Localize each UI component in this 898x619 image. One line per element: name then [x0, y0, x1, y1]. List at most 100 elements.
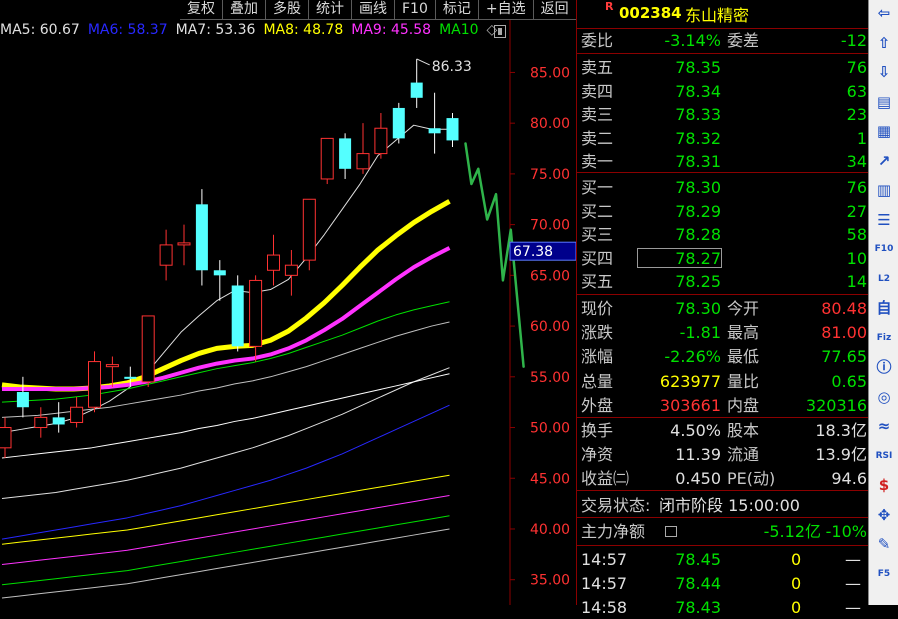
stat-label: 量比	[727, 371, 760, 391]
level-price: 78.27	[675, 248, 721, 268]
level-label: 卖五	[581, 58, 614, 77]
y-tick-label: 80.00	[530, 116, 570, 132]
stat-label: 股本	[727, 421, 760, 440]
buy-row[interactable]: 买一 78.30 76	[577, 176, 869, 199]
sell-row[interactable]: 卖二 78.32 1	[577, 127, 869, 150]
fiz-icon[interactable]: Fiz	[874, 328, 894, 348]
arrow-up-icon[interactable]: ⇧	[874, 33, 894, 53]
stat-label: 收益㈡	[581, 469, 630, 488]
buy-row[interactable]: 买二 78.29 27	[577, 200, 869, 223]
level-label: 卖三	[581, 105, 614, 125]
cursor-price-label: 67.38	[513, 244, 553, 260]
diff-label: 委差	[727, 31, 760, 50]
toolbar-button[interactable]: +自选	[478, 0, 534, 20]
ma-legend: MA5: 60.67 MA6: 58.37 MA7: 53.36 MA8: 48.78…	[0, 22, 505, 42]
buy-row[interactable]: 买五 78.25 14	[577, 270, 869, 293]
tick-price: 78.43	[675, 598, 721, 617]
buy-row[interactable]: 买三 78.28 58	[577, 223, 869, 246]
stat-value: -1.81	[679, 323, 721, 343]
arrow-down-icon[interactable]: ⇩	[874, 62, 894, 82]
tick-time: 14:57	[581, 550, 628, 569]
stat-value: 80.48	[821, 299, 867, 318]
stock-code[interactable]: 002384	[619, 4, 682, 22]
candle-body	[88, 361, 101, 408]
candle-body	[105, 364, 119, 368]
quote-row: 总量 623977 量比 0.65	[577, 370, 869, 393]
toolbar-button[interactable]: 统计	[309, 0, 352, 20]
stat-label: PE(动)	[727, 469, 776, 488]
toolbar-button[interactable]: 返回	[533, 0, 577, 20]
sell-row[interactable]: 卖四 78.34 63	[577, 80, 869, 103]
quote-row: 现价 78.30 今开 80.48	[577, 297, 869, 320]
order-ratio-row: 委比 -3.14% 委差 -12	[577, 29, 869, 52]
candle-body	[302, 198, 316, 261]
level-price: 78.33	[675, 105, 721, 125]
tick-volume: 0	[791, 550, 802, 569]
candle-body	[284, 264, 298, 276]
candle-icon[interactable]: ▥	[874, 180, 894, 200]
dollar-icon[interactable]: $	[874, 475, 894, 495]
info-icon[interactable]: ⓘ	[874, 357, 894, 377]
f5-icon[interactable]: F5	[874, 564, 894, 584]
toolbar-button[interactable]: 标记	[435, 0, 479, 20]
main-flow-label: 主力净额	[581, 522, 646, 541]
level-volume: 63	[846, 81, 867, 101]
tick-row: 14:57 78.44 0 —	[577, 572, 869, 595]
f10-icon[interactable]: F10	[874, 239, 894, 259]
arrow-left-icon[interactable]: ⇦	[874, 3, 894, 23]
list-icon[interactable]	[665, 526, 677, 537]
y-tick-label: 35.00	[530, 573, 570, 589]
line-chart-icon[interactable]: ↗	[874, 151, 894, 171]
stat-label: 净资	[581, 445, 614, 464]
pencil-icon[interactable]: ✎	[874, 534, 894, 554]
level2-icon[interactable]: L2	[874, 269, 894, 289]
quote-row: 涨跌 -1.81 最高 81.00	[577, 321, 869, 344]
stat-value: 303661	[659, 395, 721, 415]
circle-icon[interactable]: ◎	[874, 387, 894, 407]
candle-body	[70, 406, 84, 423]
candle-body	[124, 376, 137, 379]
chart-toolbar: 复权 叠加 多股 统计 画线 F10 标记 +自选 返回	[180, 0, 577, 20]
wave-icon[interactable]: ≈	[874, 416, 894, 436]
quote-row: 外盘 303661 内盘 320316	[577, 394, 869, 417]
level-price: 78.29	[675, 201, 721, 221]
y-tick-label: 60.00	[530, 319, 570, 335]
toolbar-button[interactable]: 多股	[266, 0, 309, 20]
toolbar-button[interactable]: F10	[395, 0, 436, 20]
main-flow-row[interactable]: 主力净额 -5.12亿 -10%	[577, 520, 869, 543]
candle-body	[320, 137, 334, 180]
toolbar-button[interactable]: 复权	[180, 0, 223, 20]
chart-settings-button[interactable]	[494, 25, 506, 38]
level-price: 78.31	[675, 152, 721, 172]
buy-row[interactable]: 买四 78.27 10	[577, 247, 869, 270]
toolbar-button[interactable]: 叠加	[223, 0, 266, 20]
sell-row[interactable]: 卖三 78.33 23	[577, 103, 869, 126]
ma-line	[1, 404, 450, 540]
move-icon[interactable]: ✥	[874, 505, 894, 525]
trade-status-label: 交易状态:	[581, 496, 651, 515]
legend-item: MA7: 53.36	[175, 22, 256, 38]
candle-body	[0, 427, 12, 449]
sell-row[interactable]: 卖五 78.35 76	[577, 56, 869, 79]
y-tick-label: 65.00	[530, 268, 570, 284]
list-icon[interactable]: ☰	[874, 210, 894, 230]
self-icon[interactable]: 自	[874, 298, 894, 318]
candle-body	[141, 315, 155, 383]
level-volume: 76	[846, 58, 867, 77]
toolbar-button[interactable]: 画线	[352, 0, 395, 20]
level-price: 78.32	[675, 128, 721, 148]
tick-price: 78.45	[675, 550, 721, 569]
stock-name[interactable]: 东山精密	[685, 2, 749, 26]
sell-row[interactable]: 卖一 78.31 34	[577, 150, 869, 173]
tick-flag: —	[845, 550, 861, 569]
rsi-icon[interactable]: RSI	[874, 446, 894, 466]
candle-body	[159, 244, 173, 266]
legend-item: MA5: 60.67	[0, 22, 80, 38]
chart-icon[interactable]: ▤	[874, 92, 894, 112]
grid-icon[interactable]: ▦	[874, 121, 894, 141]
stat-value: 623977	[659, 371, 721, 391]
ratio-label: 委比	[581, 31, 614, 50]
kline-chart[interactable]: 85.00 80.00 75.00 70.00 65.00 60.00 55.00 50.00…	[0, 0, 576, 605]
stat-value: 0.450	[675, 469, 721, 488]
legend-item: MA8: 48.78	[263, 22, 344, 38]
